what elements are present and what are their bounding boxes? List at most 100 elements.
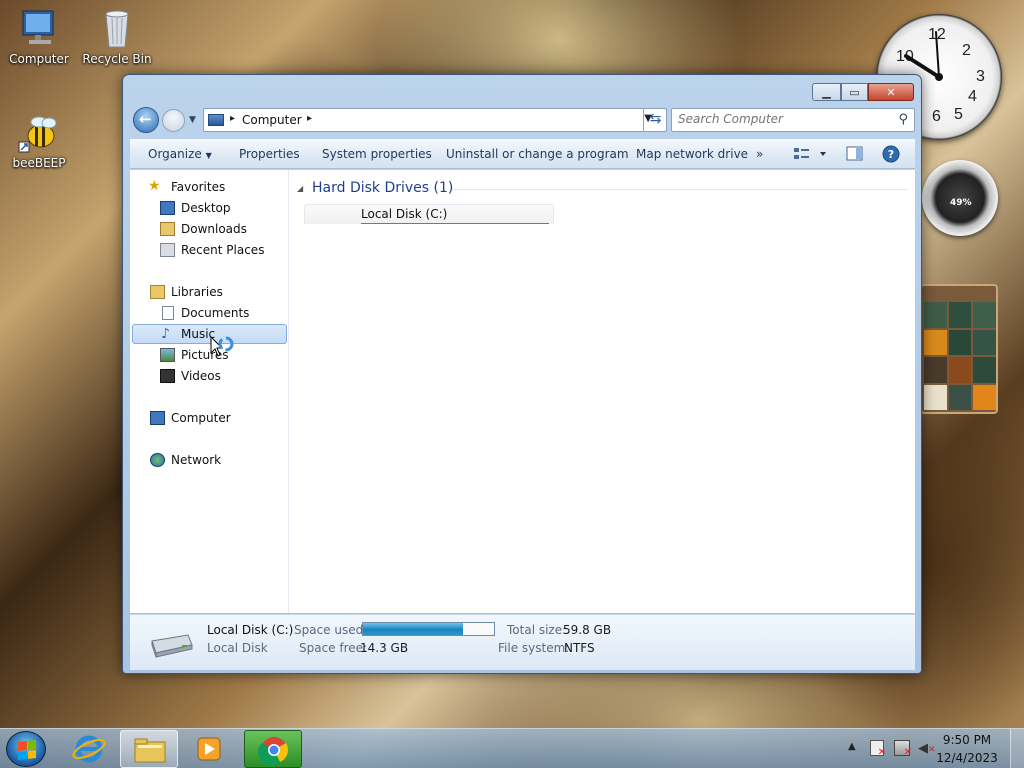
drive-tile-local-disk-c[interactable]: Local Disk (C:) — [304, 204, 554, 224]
folder-icon — [134, 738, 166, 763]
space-free-label: Space free: — [299, 641, 368, 655]
recent-places-icon — [160, 243, 175, 257]
meter-percent: 49% — [950, 198, 972, 208]
change-view-icon[interactable] — [792, 145, 830, 166]
search-input[interactable] — [678, 112, 878, 126]
file-system-label: File system: — [498, 641, 570, 655]
recycle-bin-icon — [95, 8, 139, 48]
desktop-icon-beebeep[interactable]: beeBEEP — [3, 112, 75, 170]
picture-puzzle-gadget[interactable] — [920, 284, 998, 414]
group-divider — [452, 189, 908, 190]
map-network-drive-button[interactable]: Map network drive — [636, 147, 748, 161]
recent-pages-dropdown-icon[interactable]: ▼ — [189, 115, 196, 125]
nav-item-label: Desktop — [181, 201, 231, 215]
svg-text:?: ? — [888, 148, 894, 161]
group-collapse-icon[interactable]: ◢ — [297, 184, 303, 193]
breadcrumb-arrow-icon[interactable]: ▸ — [230, 113, 235, 124]
clock-date[interactable]: 12/4/2023 — [932, 751, 1002, 765]
command-bar: Organize ▼ Properties System properties … — [130, 139, 915, 169]
mouse-cursor-icon — [210, 336, 234, 357]
nav-item-favorites[interactable]: ★ Favorites — [132, 177, 287, 197]
cpu-meter-gadget[interactable]: 49% — [922, 160, 998, 236]
documents-icon — [162, 306, 174, 320]
space-used-fill — [363, 623, 463, 635]
taskbar: ▲ ✕ ✕ ◀✕ 9:50 PM 12/4/2023 — [0, 728, 1024, 768]
internet-explorer-icon — [72, 735, 106, 763]
desktop-icon-label: Recycle Bin — [82, 52, 152, 66]
address-bar[interactable]: ▸ Computer ▸ ▼ — [203, 108, 667, 132]
puzzle-grid[interactable] — [924, 302, 996, 410]
desktop-icon-recycle-bin[interactable]: Recycle Bin — [81, 8, 153, 66]
back-arrow-icon: ← — [139, 110, 152, 128]
network-tray-icon[interactable]: ✕ — [894, 740, 912, 758]
chrome-icon — [257, 737, 289, 766]
nav-item-recent-places[interactable]: Recent Places — [132, 240, 287, 260]
bee-icon — [17, 112, 61, 153]
nav-item-libraries[interactable]: Libraries — [132, 282, 287, 302]
help-icon[interactable]: ? — [882, 145, 900, 166]
total-size-value: 59.8 GB — [563, 623, 612, 637]
show-hidden-icons-icon[interactable]: ▲ — [848, 741, 856, 752]
downloads-folder-icon — [160, 222, 175, 236]
notification-area: ▲ ✕ ✕ ◀✕ 9:50 PM 12/4/2023 — [834, 729, 1024, 768]
desktop-icon-computer[interactable]: Computer — [3, 8, 75, 66]
nav-item-desktop[interactable]: Desktop — [132, 198, 287, 218]
breadcrumb-arrow-icon[interactable]: ▸ — [307, 113, 312, 124]
breadcrumb-computer[interactable]: Computer — [242, 113, 302, 127]
details-drive-name: Local Disk (C:) — [207, 623, 294, 637]
system-properties-button[interactable]: System properties — [322, 147, 432, 161]
nav-item-videos[interactable]: Videos — [132, 366, 287, 386]
action-center-icon[interactable]: ✕ — [870, 740, 886, 758]
nav-item-label: Favorites — [171, 180, 226, 194]
nav-item-documents[interactable]: Documents — [132, 303, 287, 323]
hard-drive-icon — [148, 631, 193, 658]
chevron-down-icon: ▼ — [205, 151, 212, 160]
uninstall-program-button[interactable]: Uninstall or change a program — [446, 147, 629, 161]
navigation-bar: ← ▼ ▸ Computer ▸ ▼ ⇆ ⚲ — [131, 107, 915, 133]
properties-button[interactable]: Properties — [239, 147, 300, 161]
nav-item-computer[interactable]: Computer — [132, 408, 287, 428]
nav-item-network[interactable]: Network — [132, 450, 287, 470]
taskbar-windows-explorer[interactable] — [120, 730, 178, 768]
search-box[interactable]: ⚲ — [671, 108, 915, 132]
organize-button[interactable]: Organize ▼ — [148, 147, 212, 161]
nav-item-downloads[interactable]: Downloads — [132, 219, 287, 239]
space-used-bar — [362, 622, 495, 636]
music-note-icon: ♪ — [161, 326, 170, 342]
caption-buttons: ▁ ▭ ✕ — [812, 83, 914, 101]
refresh-icon: ⇆ — [649, 111, 662, 127]
total-size-label: Total size: — [507, 623, 567, 637]
close-button[interactable]: ✕ — [868, 83, 914, 101]
nav-item-label: Computer — [171, 411, 231, 425]
space-free-value: 14.3 GB — [360, 641, 409, 655]
computer-icon — [150, 411, 165, 425]
details-pane: Local Disk (C:) Local Disk Space used: S… — [130, 614, 915, 670]
navigation-pane: ★ Favorites Desktop Downloads Recent Pla… — [130, 170, 289, 613]
minimize-button[interactable]: ▁ — [812, 83, 841, 101]
back-button[interactable]: ← — [133, 107, 159, 133]
clock-time[interactable]: 9:50 PM — [932, 733, 1002, 747]
taskbar-internet-explorer[interactable] — [60, 730, 118, 768]
group-header-hard-disk-drives[interactable]: Hard Disk Drives (1) — [312, 180, 453, 196]
network-icon — [150, 453, 165, 467]
search-icon[interactable]: ⚲ — [898, 112, 908, 127]
organize-label: Organize — [148, 147, 202, 161]
pictures-icon — [160, 348, 175, 362]
show-desktop-button[interactable] — [1010, 729, 1024, 768]
videos-icon — [160, 369, 175, 383]
preview-pane-icon[interactable] — [846, 145, 864, 166]
drive-usage-bar — [361, 223, 549, 224]
space-used-label: Space used: — [294, 623, 368, 637]
drive-name: Local Disk (C:) — [361, 207, 448, 221]
libraries-icon — [150, 285, 165, 299]
windows-logo-icon — [18, 740, 36, 760]
desktop-icon-label: beeBEEP — [12, 156, 66, 170]
refresh-button[interactable]: ⇆ — [643, 108, 667, 132]
maximize-button[interactable]: ▭ — [841, 83, 868, 101]
taskbar-chrome[interactable] — [244, 730, 302, 768]
explorer-window[interactable]: ▁ ▭ ✕ ← ▼ ▸ Computer ▸ ▼ ⇆ ⚲ Organize ▼ … — [122, 74, 922, 674]
more-commands-button[interactable]: » — [756, 147, 763, 161]
start-button[interactable] — [6, 731, 46, 767]
forward-button[interactable] — [162, 109, 185, 132]
taskbar-media-player[interactable] — [180, 730, 238, 768]
